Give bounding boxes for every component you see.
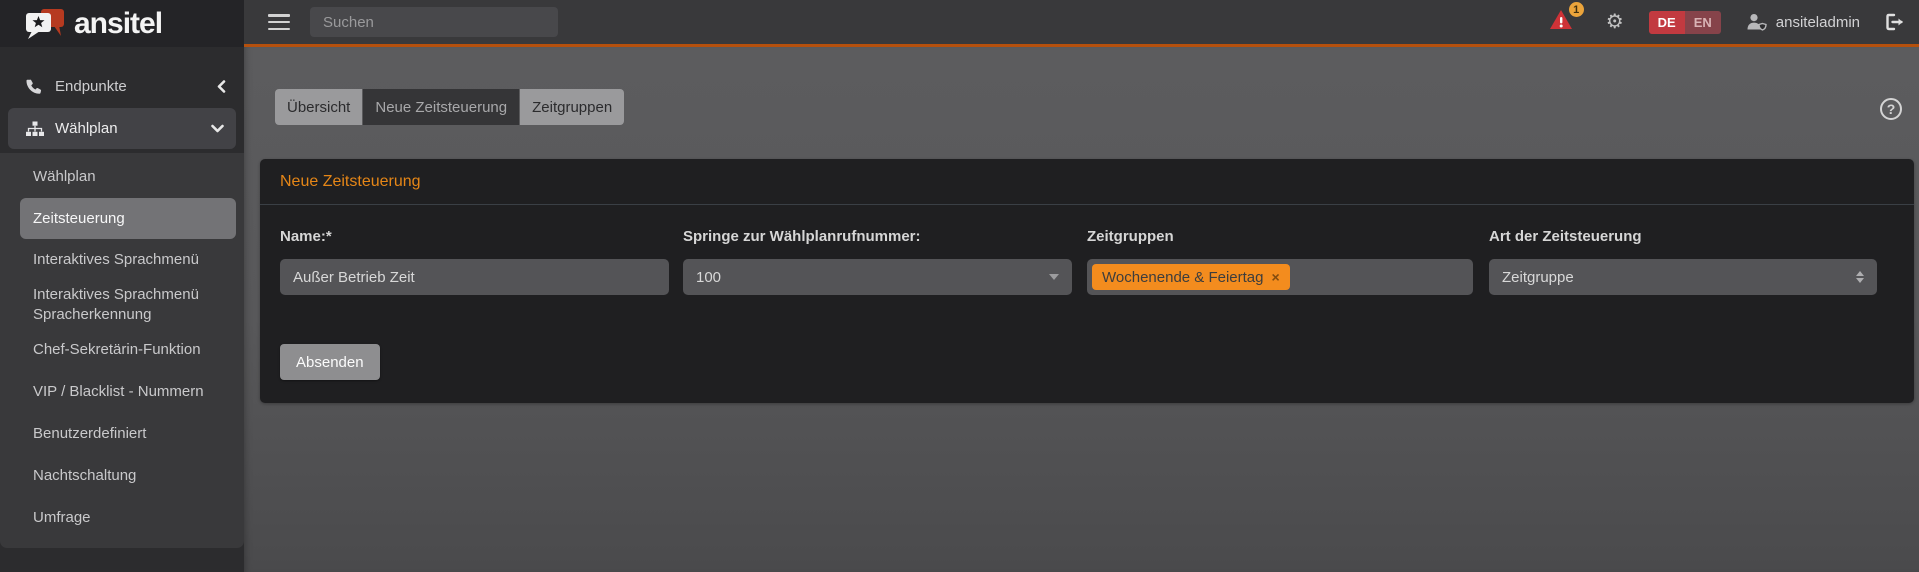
waehlplan-submenu: Wählplan Zeitsteuerung Interaktives Spra… — [0, 153, 244, 548]
sidebar-item-endpunkte[interactable]: Endpunkte — [0, 69, 244, 103]
language-en[interactable]: EN — [1685, 11, 1721, 34]
logout-button[interactable] — [1885, 13, 1905, 31]
username-label: ansiteladmin — [1776, 14, 1860, 31]
main-content: Übersicht Neue Zeitsteuerung Zeitgruppen… — [244, 47, 1919, 572]
language-de[interactable]: DE — [1649, 11, 1685, 34]
brand-name: ansitel — [74, 7, 162, 41]
chevron-left-icon — [217, 80, 226, 93]
tag-remove-icon[interactable]: × — [1272, 269, 1280, 285]
ansitel-logo-icon — [24, 6, 66, 42]
tab-zeitgruppen[interactable]: Zeitgruppen — [520, 89, 624, 125]
jump-number-select[interactable]: 100 — [683, 259, 1072, 295]
alerts-count-badge: 1 — [1569, 2, 1584, 17]
brand[interactable]: ansitel — [0, 0, 244, 47]
caret-down-icon — [1049, 274, 1059, 280]
name-label: Name:* — [280, 228, 669, 245]
chevron-down-icon — [211, 124, 224, 133]
sidebar-item-nachtschaltung[interactable]: Nachtschaltung — [0, 455, 244, 497]
sidebar: ansitel Endpunkte Wählplan — [0, 0, 244, 572]
gear-icon[interactable]: ⚙ — [1606, 12, 1624, 32]
jump-number-value: 100 — [696, 269, 721, 286]
type-select[interactable]: Zeitgruppe — [1489, 259, 1877, 295]
sidebar-item-vip-blacklist[interactable]: VIP / Blacklist - Nummern — [0, 371, 244, 413]
user-shield-icon — [1746, 13, 1767, 31]
phone-icon — [25, 78, 42, 95]
sitemap-icon — [26, 121, 44, 137]
user-menu[interactable]: ansiteladmin — [1746, 13, 1860, 31]
topbar: 1 ⚙ DE EN ansiteladmin — [0, 0, 1919, 47]
jump-number-label: Springe zur Wählplanrufnummer: — [683, 228, 1072, 245]
panel-header: Neue Zeitsteuerung — [260, 159, 1914, 205]
type-label: Art der Zeitsteuerung — [1489, 228, 1877, 245]
hamburger-menu-icon[interactable] — [268, 14, 290, 30]
name-input[interactable] — [280, 259, 669, 295]
timegroup-tag-label: Wochenende & Feiertag — [1102, 269, 1264, 286]
search-input[interactable] — [310, 7, 558, 37]
sidebar-item-waehlplan[interactable]: Wählplan — [8, 108, 236, 149]
submit-button[interactable]: Absenden — [280, 344, 380, 380]
help-icon[interactable]: ? — [1880, 98, 1902, 120]
sidebar-item-sprachmenue-spracherkennung[interactable]: Interaktives Sprachmenü Spracherkennung — [0, 281, 244, 329]
sidebar-item-umfrage[interactable]: Umfrage — [0, 497, 244, 539]
tab-neue-zeitsteuerung[interactable]: Neue Zeitsteuerung — [363, 89, 519, 125]
sidebar-item-interaktives-sprachmenue[interactable]: Interaktives Sprachmenü — [0, 239, 244, 281]
tab-uebersicht[interactable]: Übersicht — [275, 89, 362, 125]
alerts-button[interactable]: 1 — [1549, 9, 1573, 35]
logout-icon — [1885, 13, 1905, 31]
timegroups-label: Zeitgruppen — [1087, 228, 1473, 245]
sidebar-item-zeitsteuerung[interactable]: Zeitsteuerung — [20, 198, 236, 239]
sidebar-item-waehlplan-sub[interactable]: Wählplan — [0, 156, 244, 198]
timegroup-tag: Wochenende & Feiertag × — [1092, 264, 1290, 290]
tab-bar: Übersicht Neue Zeitsteuerung Zeitgruppen — [275, 89, 624, 125]
sidebar-item-benutzerdefiniert[interactable]: Benutzerdefiniert — [0, 413, 244, 455]
timegroups-multiselect[interactable]: Wochenende & Feiertag × — [1087, 259, 1473, 295]
panel-title: Neue Zeitsteuerung — [280, 173, 421, 191]
accent-divider — [244, 44, 1919, 47]
sidebar-item-chef-sekretaerin[interactable]: Chef-Sekretärin-Funktion — [0, 329, 244, 371]
language-toggle[interactable]: DE EN — [1649, 11, 1721, 34]
type-value: Zeitgruppe — [1502, 269, 1574, 286]
sidebar-item-label: Endpunkte — [55, 78, 127, 95]
select-updown-icon — [1856, 271, 1864, 283]
sidebar-item-label: Wählplan — [55, 120, 118, 137]
neue-zeitsteuerung-panel: Neue Zeitsteuerung Name:* Springe zur Wä… — [260, 159, 1914, 403]
